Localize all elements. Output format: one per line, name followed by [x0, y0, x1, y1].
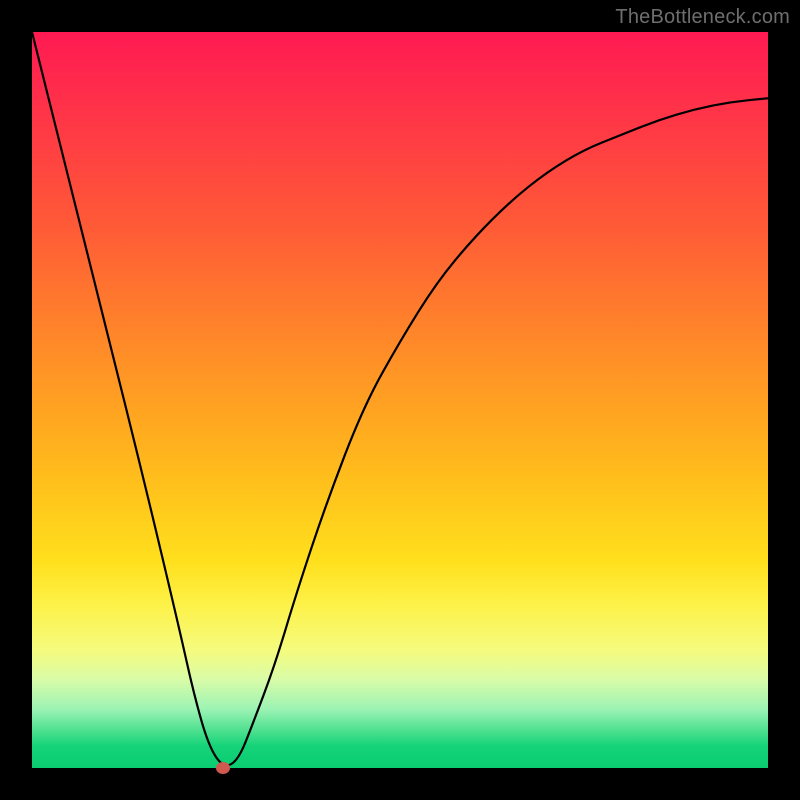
watermark-text: TheBottleneck.com — [615, 6, 790, 29]
curve-marker — [216, 762, 230, 774]
curve-svg — [32, 32, 768, 768]
chart-frame: TheBottleneck.com — [0, 0, 800, 800]
plot-area — [32, 32, 768, 768]
curve-line — [32, 32, 768, 765]
